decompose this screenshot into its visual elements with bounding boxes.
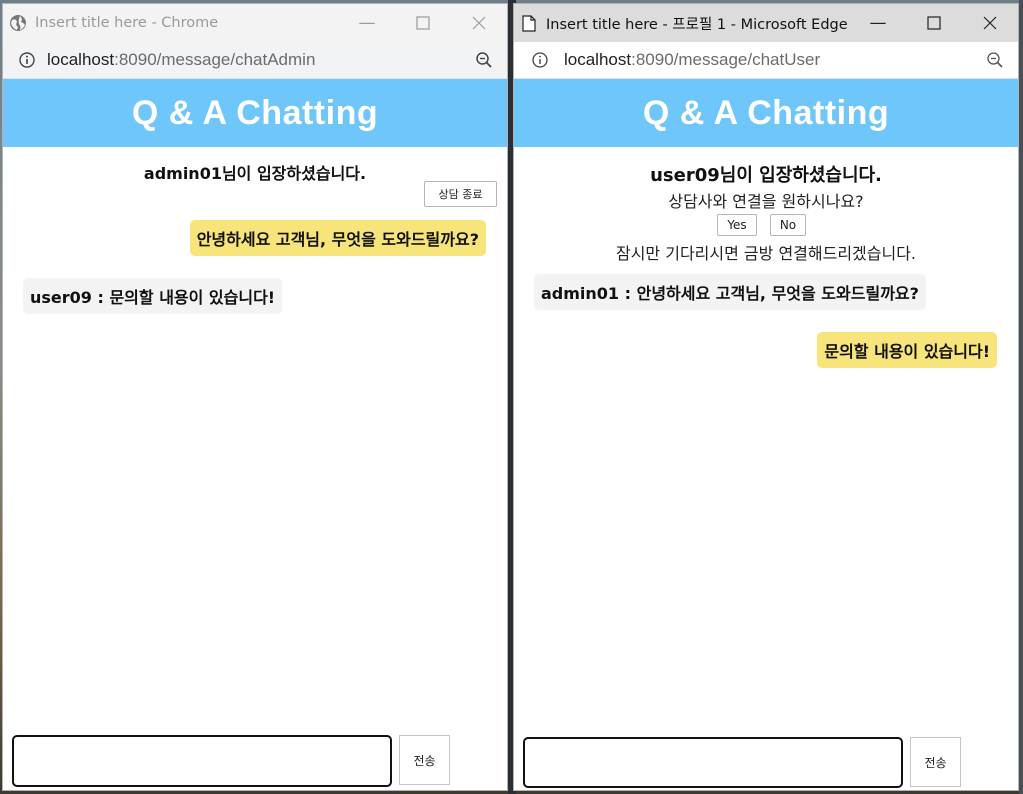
maximize-button[interactable]	[906, 4, 962, 42]
desktop-background-edge	[1019, 0, 1023, 794]
close-button[interactable]	[451, 4, 507, 42]
zoom-out-icon[interactable]	[475, 51, 493, 69]
title-bar[interactable]: Insert title here - 프로필 1 - Microsoft Ed…	[514, 4, 1018, 42]
close-icon	[983, 16, 997, 30]
window-title: Insert title here - Chrome	[35, 15, 219, 31]
url-text[interactable]: localhost:8090/message/chatUser	[564, 50, 820, 70]
window-title: Insert title here - 프로필 1 - Microsoft Ed…	[546, 16, 848, 33]
globe-icon	[9, 14, 27, 32]
other-message-bubble: admin01 : 안녕하세요 고객님, 무엇을 도와드릴까요?	[534, 274, 926, 310]
maximize-button[interactable]	[395, 4, 451, 42]
system-message: user09님이 입장하셨습니다.	[650, 165, 882, 186]
wait-message: 잠시만 기다리시면 금방 연결해드리겠습니다.	[615, 244, 917, 263]
minimize-button[interactable]: —	[850, 4, 906, 42]
page-icon	[520, 14, 538, 32]
page-title: Q & A Chatting	[642, 93, 890, 132]
info-icon[interactable]	[19, 52, 35, 68]
url-text[interactable]: localhost:8090/message/chatAdmin	[47, 50, 315, 70]
close-icon	[472, 16, 486, 30]
yes-button[interactable]: Yes	[717, 214, 757, 236]
no-button[interactable]: No	[770, 214, 806, 236]
chat-area: admin01님이 입장하셨습니다. 상담 종료 안녕하세요 고객님, 무엇을 …	[3, 147, 507, 790]
my-message-bubble: 안녕하세요 고객님, 무엇을 도와드릴까요?	[189, 220, 486, 256]
page-title: Q & A Chatting	[131, 93, 379, 132]
end-consultation-button[interactable]: 상담 종료	[424, 181, 497, 207]
other-message-bubble: user09 : 문의할 내용이 있습니다!	[23, 278, 283, 314]
chat-header: Q & A Chatting	[3, 79, 507, 147]
address-bar[interactable]: localhost:8090/message/chatAdmin	[3, 42, 507, 79]
info-icon[interactable]	[532, 52, 548, 68]
title-bar[interactable]: Insert title here - Chrome —	[3, 4, 507, 42]
my-message-bubble: 문의할 내용이 있습니다!	[817, 332, 997, 368]
zoom-out-icon[interactable]	[986, 51, 1004, 69]
connect-question: 상담사와 연결을 원하시나요?	[668, 192, 864, 211]
message-input[interactable]	[12, 735, 392, 787]
close-button[interactable]	[962, 4, 1018, 42]
minimize-icon: —	[869, 13, 887, 33]
chat-header: Q & A Chatting	[514, 79, 1018, 147]
chat-area: user09님이 입장하셨습니다. 상담사와 연결을 원하시나요? Yes No…	[514, 147, 1018, 790]
send-button[interactable]: 전송	[910, 737, 961, 787]
chrome-window[interactable]: Insert title here - Chrome — localhost:8…	[2, 3, 508, 791]
minimize-icon: —	[358, 13, 376, 33]
send-button[interactable]: 전송	[399, 735, 450, 785]
message-input[interactable]	[523, 737, 903, 788]
address-bar[interactable]: localhost:8090/message/chatUser	[514, 42, 1018, 79]
maximize-icon	[416, 16, 430, 30]
edge-window[interactable]: Insert title here - 프로필 1 - Microsoft Ed…	[513, 3, 1019, 791]
maximize-icon	[927, 16, 941, 30]
minimize-button[interactable]: —	[339, 4, 395, 42]
